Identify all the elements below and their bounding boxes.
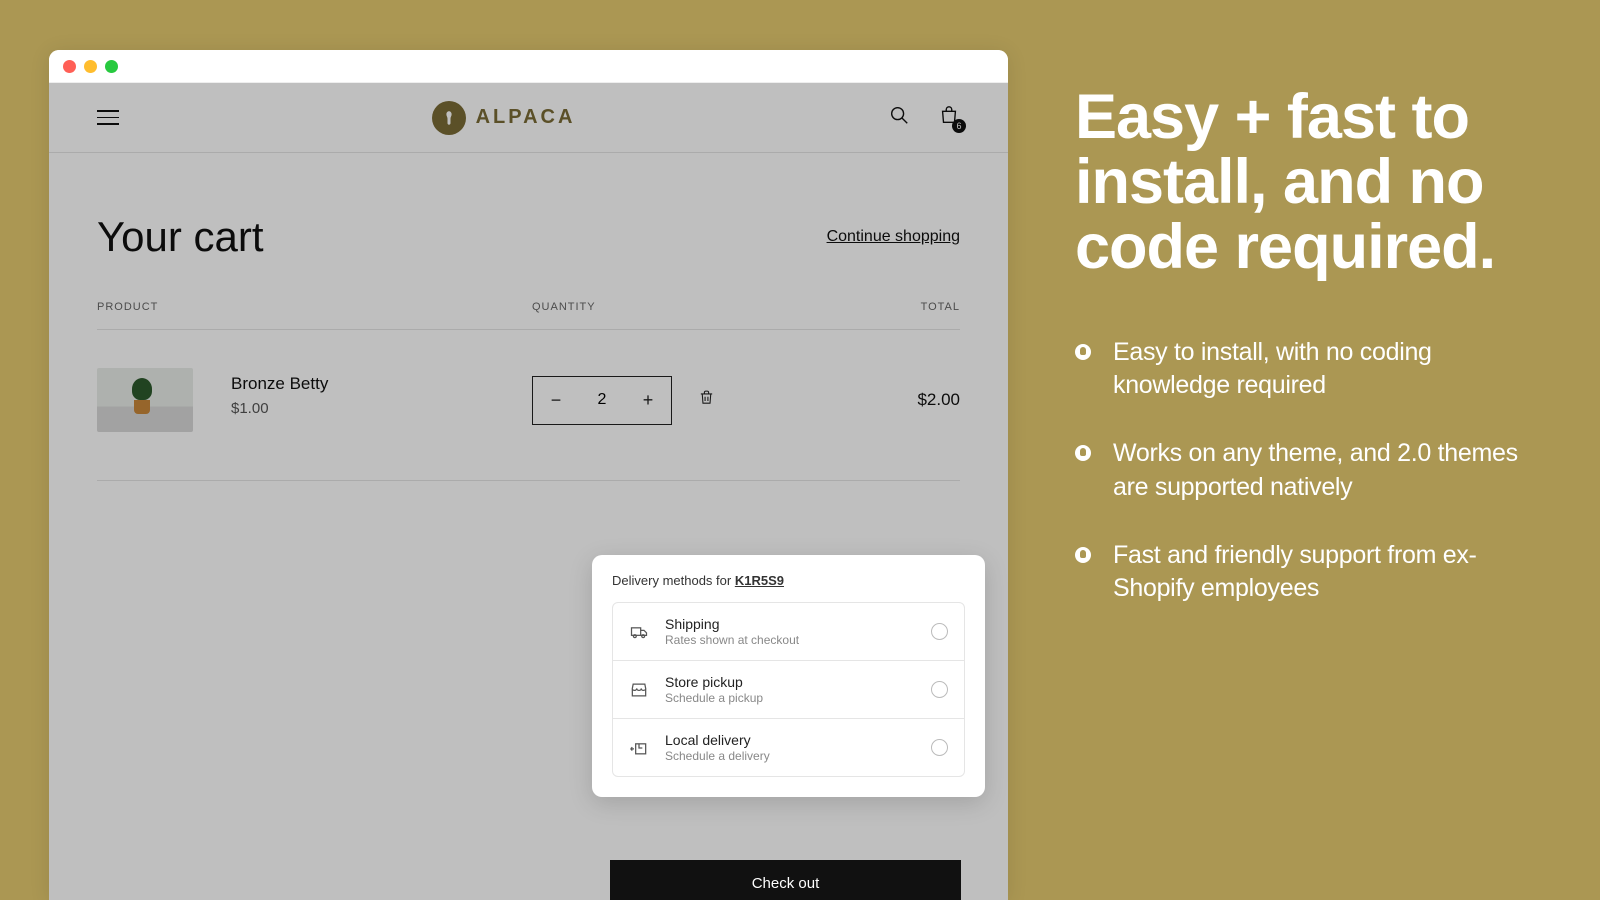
- search-icon[interactable]: [888, 104, 910, 131]
- brand-name: ALPACA: [476, 106, 576, 129]
- continue-shopping-link[interactable]: Continue shopping: [827, 228, 960, 246]
- quantity-increment-button[interactable]: +: [625, 377, 671, 424]
- brand-logo-icon: [432, 101, 466, 135]
- page-title: Your cart: [97, 213, 264, 261]
- bullet-text: Easy to install, with no coding knowledg…: [1113, 336, 1525, 404]
- marketing-panel: Easy + fast to install, and no code requ…: [1075, 85, 1525, 606]
- product-thumbnail[interactable]: [97, 368, 193, 432]
- method-radio[interactable]: [931, 623, 948, 640]
- marketing-bullet: Works on any theme, and 2.0 themes are s…: [1075, 437, 1525, 505]
- quantity-stepper: − 2 +: [532, 376, 672, 425]
- product-name[interactable]: Bronze Betty: [231, 374, 328, 394]
- marketing-headline: Easy + fast to install, and no code requ…: [1075, 85, 1525, 280]
- method-sub: Rates shown at checkout: [665, 633, 915, 647]
- delivery-panel-title: Delivery methods for K1R5S9: [612, 573, 965, 588]
- delivery-method-local-delivery[interactable]: Local delivery Schedule a delivery: [613, 719, 964, 776]
- method-radio[interactable]: [931, 681, 948, 698]
- method-sub: Schedule a delivery: [665, 749, 915, 763]
- window-maximize-dot[interactable]: [105, 60, 118, 73]
- window-minimize-dot[interactable]: [84, 60, 97, 73]
- shop-header: ALPACA 6: [49, 83, 1008, 153]
- quantity-value: 2: [579, 377, 625, 424]
- bullet-icon: [1075, 344, 1091, 360]
- delivery-method-shipping[interactable]: Shipping Rates shown at checkout: [613, 603, 964, 661]
- browser-window: ALPACA 6 Your cart Continue shopping: [49, 50, 1008, 900]
- product-unit-price: $1.00: [231, 400, 328, 417]
- bullet-icon: [1075, 547, 1091, 563]
- marketing-bullet-list: Easy to install, with no coding knowledg…: [1075, 336, 1525, 607]
- cart-area: Your cart Continue shopping PRODUCT QUAN…: [49, 153, 1008, 481]
- method-sub: Schedule a pickup: [665, 691, 915, 705]
- line-total: $2.00: [820, 390, 960, 410]
- cart-columns-header: PRODUCT QUANTITY TOTAL: [97, 301, 960, 330]
- marketing-bullet: Fast and friendly support from ex-Shopif…: [1075, 539, 1525, 607]
- delivery-method-store-pickup[interactable]: Store pickup Schedule a pickup: [613, 661, 964, 719]
- remove-line-button[interactable]: [698, 389, 715, 411]
- method-name: Shipping: [665, 616, 915, 632]
- storefront-icon: [629, 680, 649, 700]
- window-close-dot[interactable]: [63, 60, 76, 73]
- bullet-text: Fast and friendly support from ex-Shopif…: [1113, 539, 1525, 607]
- delivery-title-prefix: Delivery methods for: [612, 573, 735, 588]
- col-product-label: PRODUCT: [97, 301, 532, 313]
- bullet-icon: [1075, 445, 1091, 461]
- col-total-label: TOTAL: [820, 301, 960, 313]
- cart-line-item: Bronze Betty $1.00 − 2 + $2.00: [97, 330, 960, 481]
- col-quantity-label: QUANTITY: [532, 301, 820, 313]
- brand[interactable]: ALPACA: [432, 101, 576, 135]
- page-content: ALPACA 6 Your cart Continue shopping: [49, 83, 1008, 900]
- package-arrow-icon: [629, 738, 649, 758]
- header-actions: 6: [888, 104, 960, 131]
- delivery-method-list: Shipping Rates shown at checkout Store p…: [612, 602, 965, 777]
- method-name: Store pickup: [665, 674, 915, 690]
- method-name: Local delivery: [665, 732, 915, 748]
- hamburger-menu-button[interactable]: [97, 107, 119, 129]
- cart-count-badge: 6: [952, 119, 966, 133]
- quantity-decrement-button[interactable]: −: [533, 377, 579, 424]
- cart-bag-button[interactable]: 6: [938, 104, 960, 131]
- window-title-bar: [49, 50, 1008, 83]
- cart-truck-icon: [629, 622, 649, 642]
- marketing-bullet: Easy to install, with no coding knowledg…: [1075, 336, 1525, 404]
- checkout-button[interactable]: Check out: [610, 860, 961, 900]
- bullet-text: Works on any theme, and 2.0 themes are s…: [1113, 437, 1525, 505]
- method-radio[interactable]: [931, 739, 948, 756]
- delivery-postal-code-link[interactable]: K1R5S9: [735, 573, 784, 588]
- delivery-methods-panel: Delivery methods for K1R5S9 Shipping Rat…: [592, 555, 985, 797]
